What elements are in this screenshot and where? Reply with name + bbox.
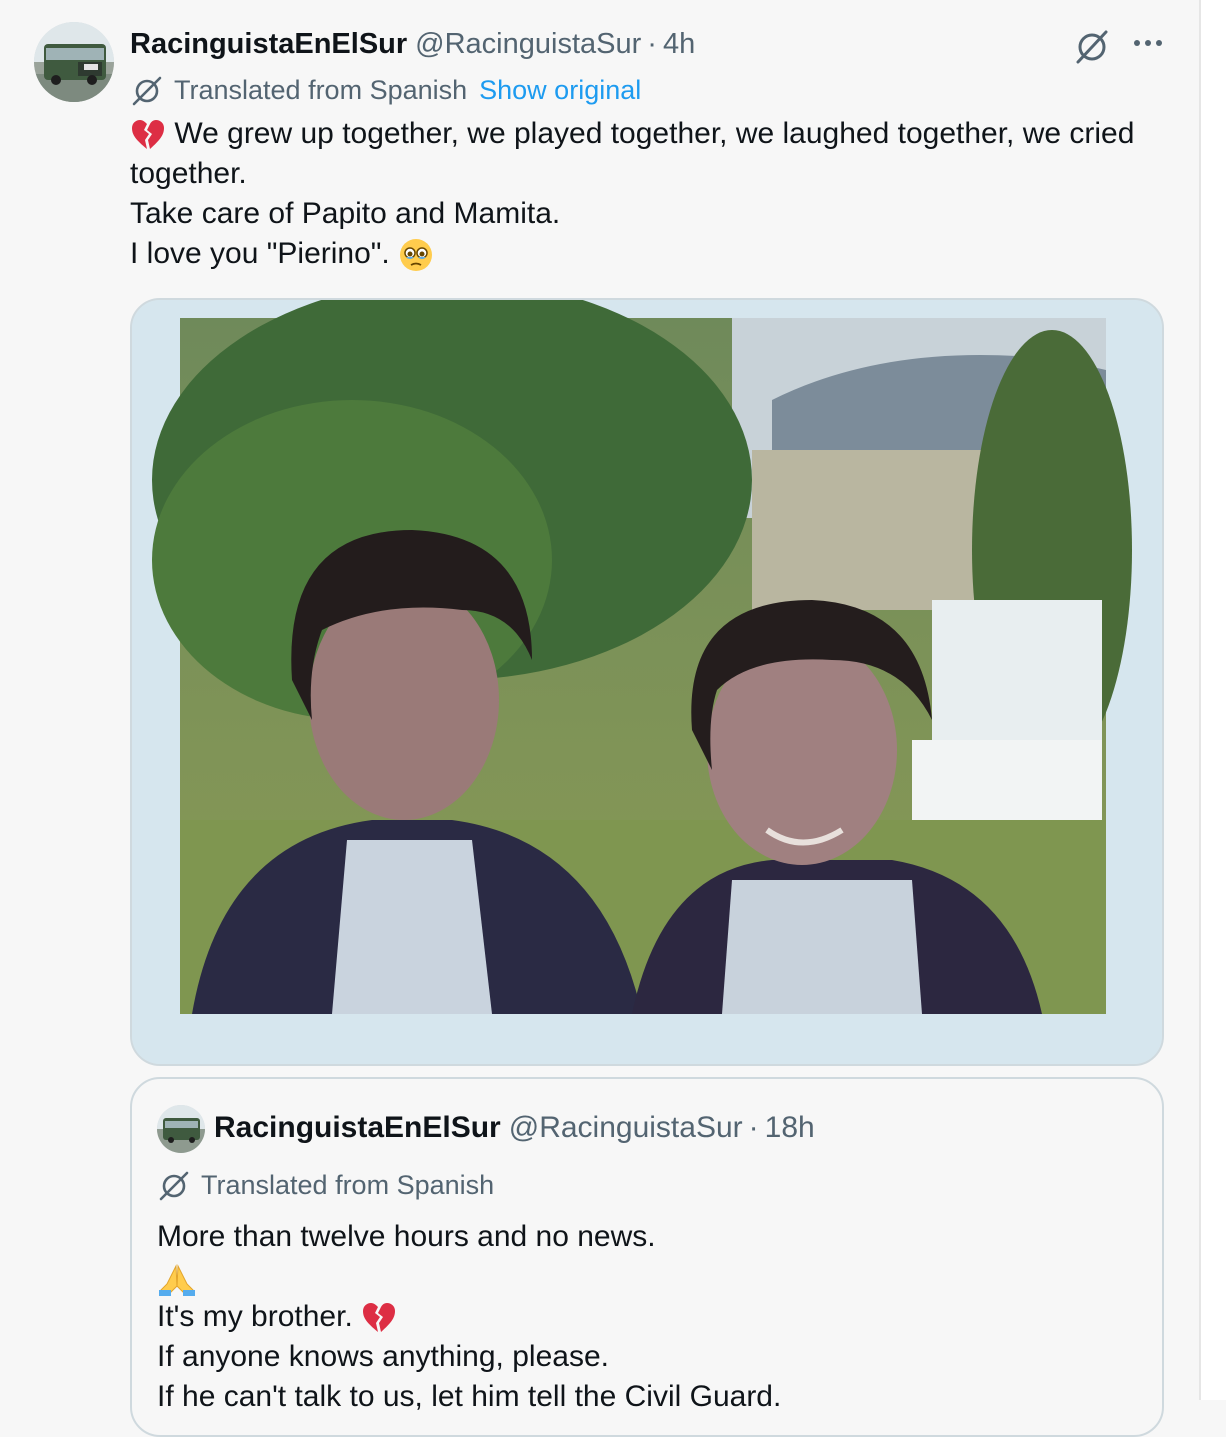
quoted-avatar[interactable] xyxy=(157,1105,205,1153)
quoted-user-handle[interactable]: @RacinguistaSur xyxy=(509,1111,743,1145)
tweet-header: RacinguistaEnElSur @RacinguistaSur · 4h xyxy=(130,24,695,64)
user-handle[interactable]: @RacinguistaSur xyxy=(415,28,641,61)
avatar[interactable] xyxy=(34,22,114,102)
tweet-text: We grew up together, we played together,… xyxy=(130,114,1170,274)
separator: · xyxy=(647,27,657,60)
green-bus-avatar-small-icon xyxy=(157,1105,205,1153)
broken-heart-emoji-icon xyxy=(132,120,164,150)
quoted-line-text-3: It's my brother. xyxy=(157,1300,353,1333)
quoted-text-line-5: If he can't talk to us, let him tell the… xyxy=(157,1380,782,1413)
grok-icon[interactable] xyxy=(1072,26,1112,66)
quoted-text-line-2 xyxy=(157,1257,1147,1297)
more-options-icon[interactable] xyxy=(1130,28,1166,58)
quoted-timestamp[interactable]: 18h xyxy=(765,1111,815,1145)
translated-label: Translated from Spanish xyxy=(174,74,468,105)
sidebar-gutter xyxy=(1201,0,1226,1400)
quoted-text-line-4: If anyone knows anything, please. xyxy=(157,1340,609,1373)
translation-notice: Translated from Spanish Show original xyxy=(130,72,641,108)
face-holding-back-tears-emoji-icon xyxy=(400,239,433,272)
tweet-text-line-3: Take care of Papito and Mamita. xyxy=(130,197,561,230)
display-name[interactable]: RacinguistaEnElSur xyxy=(130,28,407,61)
quoted-tweet-card[interactable]: RacinguistaEnElSur @RacinguistaSur · 18h… xyxy=(130,1077,1164,1437)
tweet-line-text-4: I love you "Pierino". xyxy=(130,237,390,270)
quoted-translation-notice: Translated from Spanish xyxy=(157,1167,494,1203)
quoted-separator: · xyxy=(748,1111,759,1144)
quoted-text-line-3: It's my brother. xyxy=(157,1297,1147,1337)
quoted-display-name[interactable]: RacinguistaEnElSur xyxy=(214,1111,501,1145)
tweet-media-photo[interactable] xyxy=(130,298,1164,1066)
photo-of-two-boys-icon xyxy=(132,300,1162,1064)
show-original-link[interactable]: Show original xyxy=(479,75,641,106)
tweet-text-line-1: We grew up together, we played together,… xyxy=(130,114,1170,154)
timestamp[interactable]: 4h xyxy=(663,28,695,61)
tweet-text-line-4: I love you "Pierino". xyxy=(130,234,1170,274)
translate-icon xyxy=(132,76,162,106)
translate-icon xyxy=(159,1171,189,1201)
quoted-tweet-header: RacinguistaEnElSur @RacinguistaSur · 18h xyxy=(214,1107,815,1149)
green-bus-avatar-icon xyxy=(34,22,114,102)
quoted-tweet-text: More than twelve hours and no news. It's… xyxy=(157,1217,1147,1417)
broken-heart-emoji-icon xyxy=(363,1303,396,1333)
tweet-text-line-2: together. xyxy=(130,157,247,190)
tweet-line-text-1: We grew up together, we played together,… xyxy=(174,117,1135,150)
quoted-translated-label: Translated from Spanish xyxy=(201,1169,495,1200)
folded-hands-emoji-icon xyxy=(159,1264,195,1297)
quoted-text-line-1: More than twelve hours and no news. xyxy=(157,1220,656,1253)
